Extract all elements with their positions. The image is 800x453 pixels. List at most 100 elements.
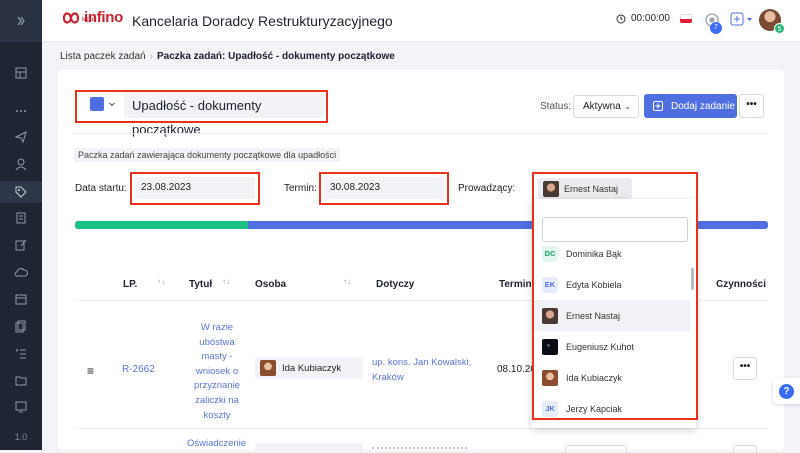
highlight-outline-start-date xyxy=(130,172,260,205)
sidebar-item-users[interactable] xyxy=(0,153,42,175)
help-button[interactable]: ? xyxy=(773,378,800,404)
clock-icon xyxy=(616,14,626,23)
package-more-button[interactable]: ••• xyxy=(739,94,764,118)
sidebar-item-folder[interactable] xyxy=(0,369,42,391)
help-icon: ? xyxy=(779,383,794,399)
highlight-outline-lead xyxy=(532,172,698,420)
sidebar-item-more[interactable] xyxy=(0,100,42,122)
sort-icon[interactable]: ↑↓ xyxy=(222,277,230,286)
task-concerns-link[interactable]: up. kons. Jan Kowalski, Kraków xyxy=(372,355,471,385)
expand-sidebar-button[interactable] xyxy=(0,0,42,42)
task-title-line: masty - xyxy=(201,351,233,363)
chevron-down-icon: ⌄ xyxy=(624,102,631,111)
dashboard-icon xyxy=(15,67,27,79)
logo-mark-icon xyxy=(62,11,80,24)
lead-label: Prowadzący: xyxy=(458,183,516,194)
avatar xyxy=(260,360,276,376)
column-header-actions: Czynności xyxy=(716,279,767,290)
progress-done-segment xyxy=(75,221,249,229)
task-person-chip[interactable]: Ida Kubiaczyk xyxy=(255,357,363,379)
task-more-button[interactable] xyxy=(733,445,757,453)
column-header-term[interactable]: Termin xyxy=(499,279,532,290)
status-value: Aktywna xyxy=(583,101,621,112)
add-square-icon xyxy=(730,12,744,26)
column-header-concerns[interactable]: Dotyczy xyxy=(376,279,414,290)
more-icon xyxy=(16,110,26,112)
notification-count-badge: 7 xyxy=(710,22,722,34)
task-title-line: W razie xyxy=(200,322,234,333)
sidebar: 1.0 xyxy=(0,0,42,450)
task-title-link[interactable]: Oświadczenie xyxy=(187,438,246,449)
breadcrumb-parent-link[interactable]: Lista paczek zadań xyxy=(60,51,146,62)
sidebar-item-checklist[interactable] xyxy=(0,342,42,364)
chevron-down-icon xyxy=(747,17,752,21)
task-title-line: zaliczki na xyxy=(195,394,239,406)
status-label: Status: xyxy=(540,101,572,112)
task-title-line: przyznanie xyxy=(194,380,240,392)
folder-icon xyxy=(15,376,27,386)
sidebar-item-dashboard[interactable] xyxy=(0,62,42,84)
start-date-label: Data startu: xyxy=(75,183,127,194)
task-person-chip[interactable] xyxy=(255,443,363,453)
document-icon xyxy=(16,212,26,224)
sidebar-item-cloud[interactable] xyxy=(0,261,42,283)
sidebar-item-send[interactable] xyxy=(0,126,42,148)
header-divider xyxy=(74,133,768,134)
column-header-person[interactable]: Osoba xyxy=(255,279,286,290)
language-flag-icon[interactable] xyxy=(680,14,692,23)
app-title: Kancelaria Doradcy Restrukturyzacyjnego xyxy=(132,13,393,29)
task-title-link[interactable]: W razie ubóstwa masty - wniosek o przyzn… xyxy=(185,321,249,423)
expand-icon xyxy=(17,16,25,26)
package-description[interactable]: Paczka zadań zawierająca dokumenty począ… xyxy=(74,148,341,162)
column-header-lp[interactable]: LP. xyxy=(123,279,137,290)
task-concerns-line: up. kons. Jan Kowalski, xyxy=(372,357,472,368)
files-icon xyxy=(15,320,26,333)
add-task-label: Dodaj zadanie xyxy=(671,100,735,112)
user-avatar-badge: 5 xyxy=(774,23,785,34)
quick-add-menu[interactable] xyxy=(730,12,753,26)
sort-icon[interactable]: ↑↓ xyxy=(157,277,165,286)
app-version: 1.0 xyxy=(14,432,28,442)
task-term: 08.10.20 xyxy=(497,364,536,375)
highlight-outline-title xyxy=(75,90,328,123)
calendar-icon xyxy=(15,294,27,305)
status-select[interactable]: Aktywna ⌄ xyxy=(573,95,639,118)
task-title-line: koszty xyxy=(203,409,231,421)
sidebar-item-tags[interactable] xyxy=(0,181,42,203)
cloud-icon xyxy=(14,268,28,277)
task-concerns-link[interactable] xyxy=(372,447,467,451)
sidebar-item-documents[interactable] xyxy=(0,207,42,229)
breadcrumb-current: Paczka zadań: Upadłość - dokumenty począ… xyxy=(156,51,395,62)
task-concerns-line: Kraków xyxy=(372,372,404,383)
send-icon xyxy=(14,131,27,144)
breadcrumb: Lista paczek zadań › Paczka zadań: Upadłoś… xyxy=(60,51,395,62)
drag-handle-icon[interactable]: ≡ xyxy=(87,364,94,378)
logo-subtext: legal xyxy=(82,17,95,23)
edit-icon xyxy=(15,239,27,251)
sidebar-item-edit[interactable] xyxy=(0,234,42,256)
add-task-icon xyxy=(653,101,663,111)
highlight-outline-term-date xyxy=(319,172,449,205)
monitor-icon xyxy=(15,401,27,413)
row-divider xyxy=(74,428,768,429)
timer-value: 00:00:00 xyxy=(631,13,670,24)
sort-icon[interactable]: ↑↓ xyxy=(343,277,351,286)
task-title-line: ubóstwa xyxy=(199,336,235,348)
sidebar-item-calendar[interactable] xyxy=(0,288,42,310)
task-person-name: Ida Kubiaczyk xyxy=(282,362,342,374)
users-icon xyxy=(15,158,27,171)
sidebar-item-files[interactable] xyxy=(0,315,42,337)
column-header-title[interactable]: Tytuł xyxy=(189,279,212,290)
timer[interactable]: 00:00:00 xyxy=(616,13,670,24)
checklist-icon xyxy=(15,348,26,359)
task-more-button[interactable]: ••• xyxy=(733,357,757,380)
task-term-field[interactable] xyxy=(565,445,627,453)
breadcrumb-separator: › xyxy=(149,51,153,62)
tag-icon xyxy=(15,186,27,198)
top-bar: infino legal Kancelaria Doradcy Restrukt… xyxy=(42,0,800,42)
term-label: Termin: xyxy=(284,183,317,194)
task-title-line: wniosek o xyxy=(195,365,239,377)
add-task-button[interactable]: Dodaj zadanie xyxy=(644,94,737,118)
sidebar-item-monitor[interactable] xyxy=(0,396,42,418)
task-id-link[interactable]: R-2662 xyxy=(122,364,155,375)
